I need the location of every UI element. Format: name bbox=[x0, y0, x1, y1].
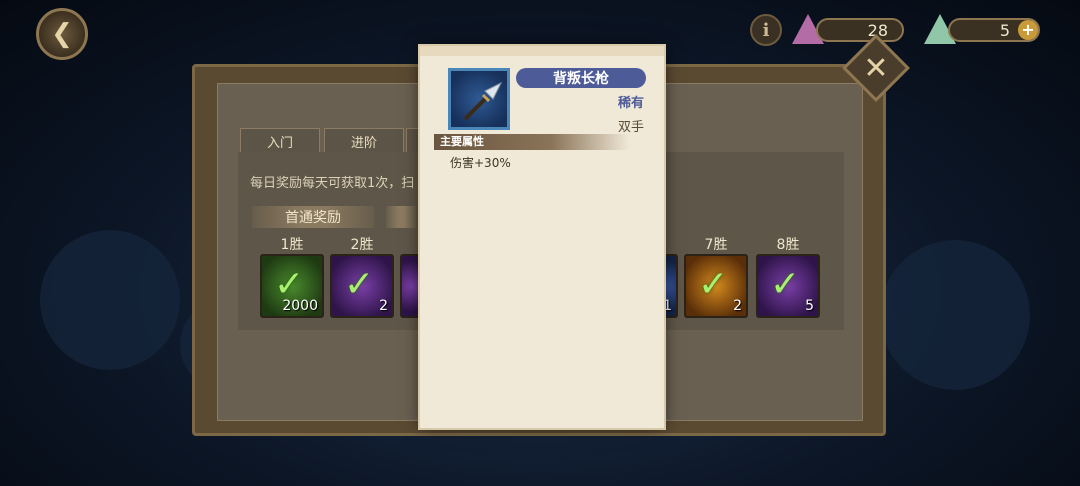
info-button[interactable]: i bbox=[750, 14, 782, 46]
reward-slot[interactable]: ✓ 2000 bbox=[260, 254, 324, 318]
reward-count: 2000 bbox=[282, 298, 318, 314]
background-decor bbox=[880, 240, 1030, 390]
reward-count: 1 bbox=[663, 298, 672, 314]
tab-beginner[interactable]: 入门 bbox=[240, 128, 320, 154]
win-label: 7胜 bbox=[704, 237, 728, 253]
add-resource-button[interactable]: + bbox=[1018, 20, 1038, 40]
win-label: 2胜 bbox=[350, 237, 374, 253]
first-clear-ribbon: 首通奖励 bbox=[252, 206, 374, 228]
back-arrow-icon: ❮ bbox=[51, 19, 73, 49]
resource-counter-gems: 28 bbox=[816, 18, 904, 42]
item-tooltip: 背叛长枪 稀有 双手 主要属性 伤害+30% bbox=[420, 46, 664, 428]
check-icon: ✓ bbox=[770, 264, 801, 305]
reward-count: 5 bbox=[805, 298, 814, 314]
attribute-line: 伤害+30% bbox=[450, 156, 511, 170]
background-decor bbox=[40, 230, 180, 370]
win-label: 8胜 bbox=[776, 237, 800, 253]
tab-advanced[interactable]: 进阶 bbox=[324, 128, 404, 154]
close-icon[interactable]: ✕ bbox=[852, 44, 900, 92]
main-attributes-header: 主要属性 bbox=[434, 134, 630, 150]
reward-slot[interactable]: ✓ 2 bbox=[684, 254, 748, 318]
item-hand-type: 双手 bbox=[617, 120, 644, 135]
description-text: 每日奖励每天可获取1次，扫 bbox=[250, 176, 415, 191]
spear-icon bbox=[448, 68, 510, 130]
spear-graphic bbox=[463, 81, 503, 121]
reward-slot[interactable]: ✓ 2 bbox=[330, 254, 394, 318]
reward-count: 2 bbox=[733, 298, 742, 314]
ribbon-partial bbox=[386, 206, 416, 228]
check-icon: ✓ bbox=[344, 264, 375, 305]
item-name: 背叛长枪 bbox=[516, 68, 646, 88]
reward-count: 2 bbox=[379, 298, 388, 314]
reward-slot[interactable]: ✓ 5 bbox=[756, 254, 820, 318]
back-button[interactable]: ❮ bbox=[36, 8, 88, 60]
resource-value: 5 bbox=[999, 20, 1010, 40]
item-rarity: 稀有 bbox=[617, 96, 644, 111]
win-label: 1胜 bbox=[280, 237, 304, 253]
check-icon: ✓ bbox=[698, 264, 729, 305]
